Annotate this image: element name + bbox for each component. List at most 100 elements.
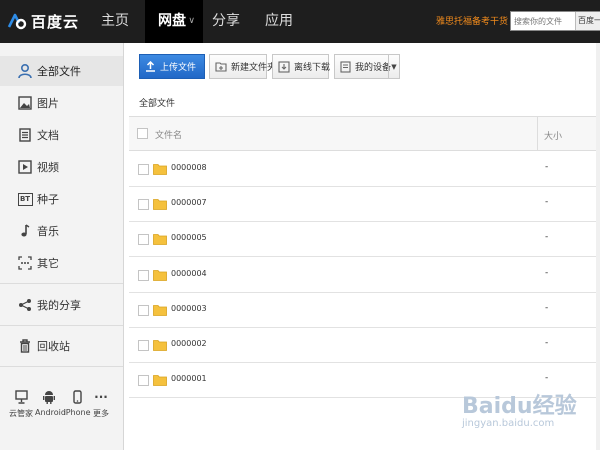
table-row[interactable]: 0000004 - — [129, 258, 600, 293]
sidebar-item-label: 视频 — [37, 161, 59, 174]
nav-apps[interactable]: 应用 — [265, 0, 293, 43]
file-size: - — [545, 197, 549, 207]
file-name[interactable]: 0000008 — [171, 163, 207, 172]
music-icon — [17, 223, 33, 239]
file-name[interactable]: 0000002 — [171, 339, 207, 348]
baidu-cloud-logo[interactable]: 百度云 — [6, 9, 79, 33]
sidebar-item-recycle-bin[interactable]: 回收站 — [0, 331, 123, 361]
scrollbar[interactable] — [596, 43, 600, 450]
new-folder-label: 新建文件夹 — [231, 63, 277, 73]
search-input[interactable] — [511, 12, 573, 30]
folder-icon — [153, 340, 167, 351]
my-devices-button[interactable]: 我的设备 ▼ — [334, 54, 400, 79]
nav-share[interactable]: 分享 — [212, 0, 240, 43]
sidebar-item-label: 文档 — [37, 129, 59, 142]
nav-netdisk[interactable]: 网盘 ∨ — [145, 0, 203, 43]
file-name[interactable]: 0000001 — [171, 374, 207, 383]
folder-icon — [153, 199, 167, 210]
table-row[interactable]: 0000002 - — [129, 328, 600, 363]
device-label: Android — [35, 408, 66, 417]
row-checkbox[interactable] — [138, 270, 149, 281]
table-row[interactable]: 0000003 - — [129, 293, 600, 328]
folder-icon — [153, 375, 167, 386]
caret-down-icon[interactable]: ▼ — [388, 55, 399, 78]
select-all-checkbox[interactable] — [137, 128, 148, 139]
document-icon — [17, 127, 33, 143]
upload-icon — [145, 61, 156, 72]
column-header-size[interactable]: 大小 — [544, 129, 562, 142]
trash-icon — [17, 338, 33, 354]
sidebar-item-my-shares[interactable]: 我的分享 — [0, 290, 123, 320]
sidebar-item-label: 其它 — [37, 257, 59, 270]
device-link-more[interactable]: ··· 更多 — [87, 389, 115, 419]
device-label: 云管家 — [9, 409, 33, 418]
logo-text: 百度云 — [31, 12, 80, 31]
bt-glyph: BT — [17, 192, 33, 206]
row-checkbox[interactable] — [138, 305, 149, 316]
sidebar-item-videos[interactable]: 视频 — [0, 152, 123, 182]
nav-netdisk-label: 网盘 — [158, 13, 186, 29]
baidu-jingyan-watermark: Baidu经验 jingyan.baidu.com — [462, 388, 582, 438]
row-checkbox[interactable] — [138, 164, 149, 175]
device-link-desktop[interactable]: 云管家 — [7, 389, 35, 419]
sidebar-item-all-files[interactable]: 全部文件 — [0, 56, 123, 86]
nav-home[interactable]: 主页 — [101, 0, 129, 43]
device-link-android[interactable]: Android — [35, 389, 66, 417]
sidebar-item-label: 回收站 — [37, 340, 70, 353]
file-name[interactable]: 0000003 — [171, 304, 207, 313]
more-dots-icon — [17, 255, 33, 271]
sidebar-item-others[interactable]: 其它 — [0, 248, 123, 278]
column-header-name[interactable]: 文件名 — [155, 128, 182, 141]
more-glyph: ··· — [94, 390, 108, 404]
folder-icon — [153, 270, 167, 281]
promo-link[interactable]: 雅思托福备考干货 — [436, 14, 508, 27]
video-icon — [17, 159, 33, 175]
table-row[interactable]: 0000005 - — [129, 222, 600, 257]
search-box: 百度一 — [510, 11, 600, 31]
breadcrumb[interactable]: 全部文件 — [139, 96, 175, 109]
file-size: - — [545, 338, 549, 348]
sidebar-item-torrents[interactable]: BT 种子 — [0, 184, 123, 214]
share-icon — [17, 297, 33, 313]
upload-button[interactable]: 上传文件 — [139, 54, 205, 79]
file-name[interactable]: 0000005 — [171, 233, 207, 242]
file-size: - — [545, 373, 549, 383]
table-row[interactable]: 0000008 - — [129, 152, 600, 187]
new-folder-button[interactable]: 新建文件夹 — [209, 54, 276, 79]
file-name[interactable]: 0000007 — [171, 198, 207, 207]
folder-icon — [153, 305, 167, 316]
sidebar-divider — [0, 325, 123, 326]
sidebar-item-images[interactable]: 图片 — [0, 88, 123, 118]
device-icon — [340, 60, 351, 73]
watermark-text: Baidu经验 — [462, 394, 577, 419]
offline-download-button[interactable]: 离线下载 — [272, 54, 331, 79]
upload-label: 上传文件 — [160, 63, 197, 73]
folder-icon — [153, 164, 167, 175]
file-size: - — [545, 232, 549, 242]
sidebar-item-documents[interactable]: 文档 — [0, 120, 123, 150]
desktop-icon — [7, 389, 35, 405]
row-checkbox[interactable] — [138, 375, 149, 386]
new-folder-icon — [215, 61, 227, 72]
offline-download-label: 离线下载 — [294, 63, 331, 73]
sidebar-item-label: 我的分享 — [37, 299, 81, 312]
column-divider — [537, 117, 538, 150]
bt-icon: BT — [17, 191, 33, 207]
table-row[interactable]: 0000007 - — [129, 187, 600, 222]
row-checkbox[interactable] — [138, 199, 149, 210]
sidebar-item-music[interactable]: 音乐 — [0, 216, 123, 246]
file-size: - — [545, 303, 549, 313]
search-button[interactable]: 百度一 — [575, 12, 600, 30]
user-home-icon — [17, 63, 33, 79]
file-name[interactable]: 0000004 — [171, 269, 207, 278]
sidebar-item-label: 音乐 — [37, 225, 59, 238]
sidebar-item-label: 全部文件 — [37, 65, 81, 78]
watermark-url: jingyan.baidu.com — [462, 418, 555, 429]
row-checkbox[interactable] — [138, 234, 149, 245]
offline-download-icon — [278, 60, 290, 73]
file-size: - — [545, 162, 549, 172]
row-checkbox[interactable] — [138, 340, 149, 351]
cloud-logo-icon — [7, 13, 27, 30]
more-icon: ··· — [87, 389, 115, 405]
file-size: - — [545, 268, 549, 278]
